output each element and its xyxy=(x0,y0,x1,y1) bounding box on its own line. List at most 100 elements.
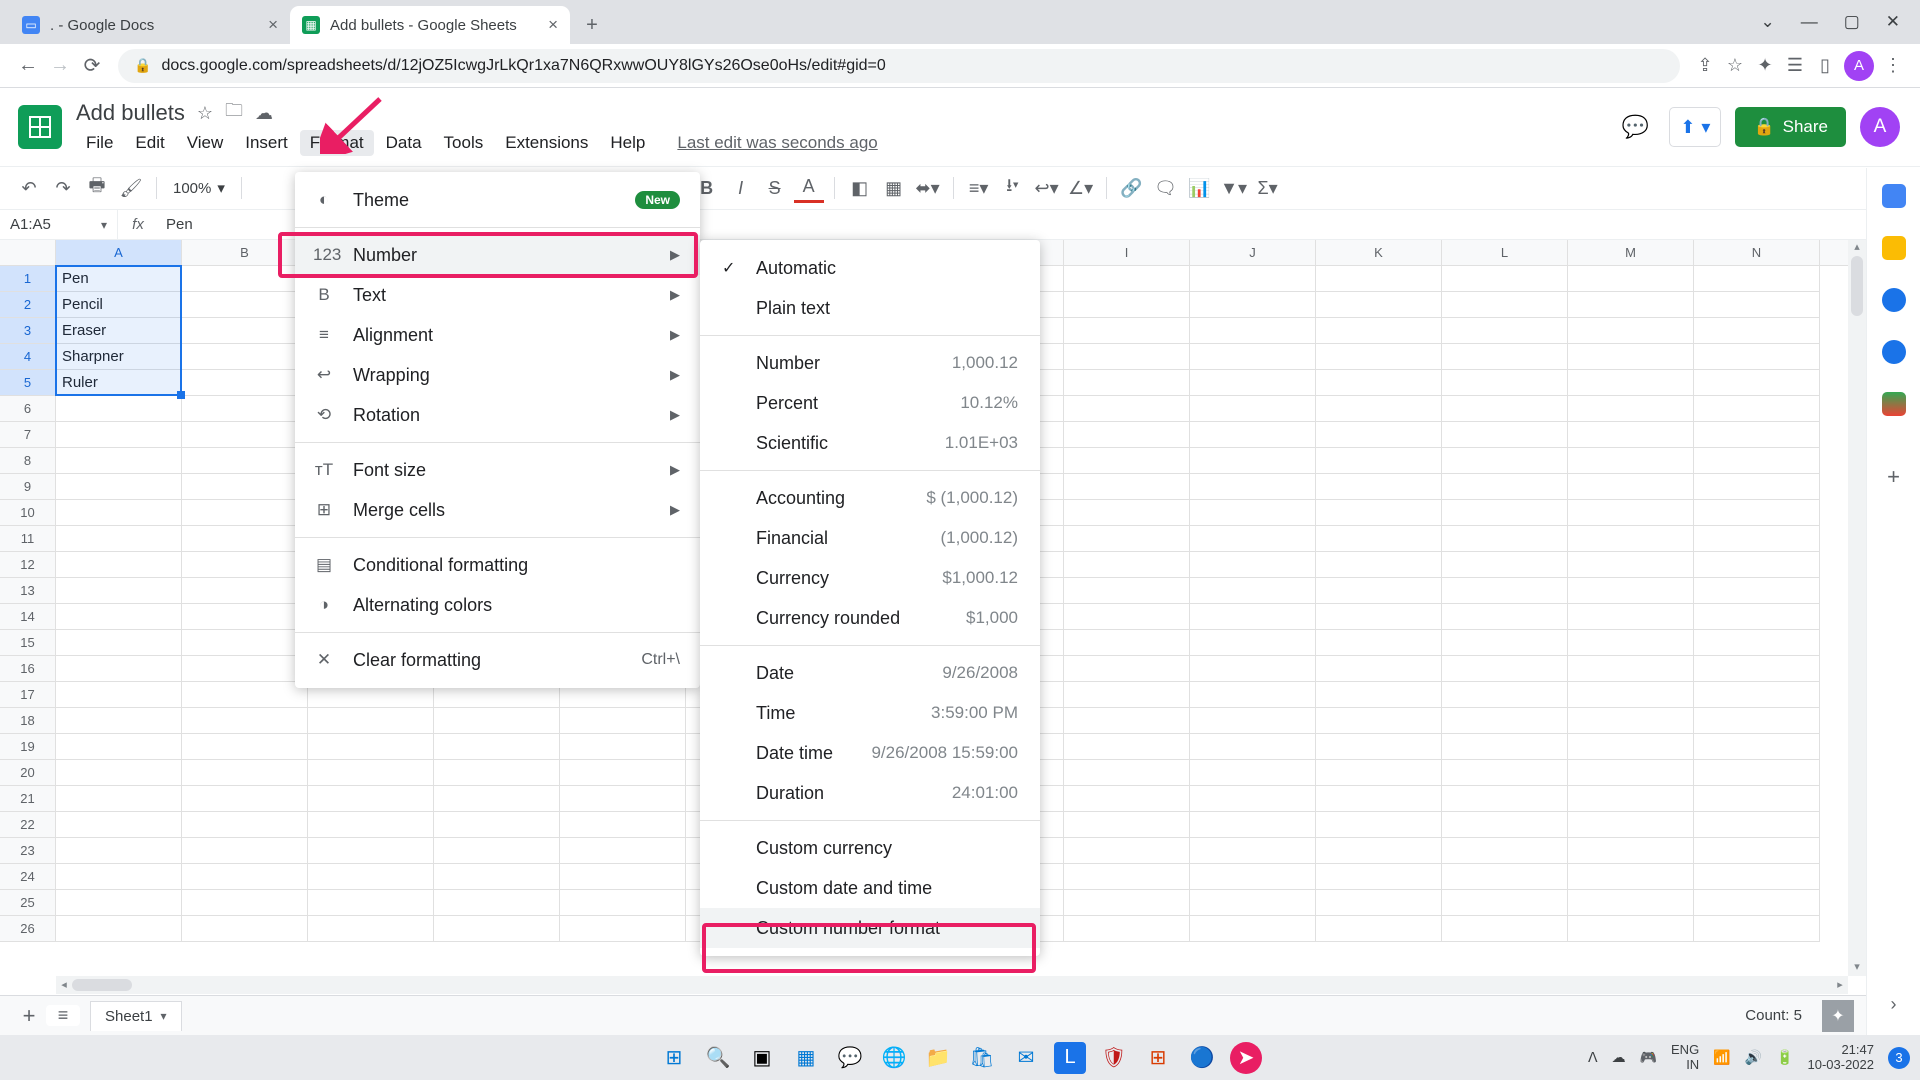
row-header-19[interactable]: 19 xyxy=(0,734,56,760)
row-header-26[interactable]: 26 xyxy=(0,916,56,942)
language-indicator[interactable]: ENGIN xyxy=(1671,1043,1699,1072)
cell-I3[interactable] xyxy=(1064,318,1190,344)
row-header-18[interactable]: 18 xyxy=(0,708,56,734)
cell-E26[interactable] xyxy=(560,916,686,942)
format-menu-rotation[interactable]: ⟲Rotation▶ xyxy=(295,395,700,435)
horizontal-scrollbar[interactable]: ◂▸ xyxy=(56,976,1848,994)
doc-title[interactable]: Add bullets xyxy=(76,100,185,126)
cell-D26[interactable] xyxy=(434,916,560,942)
cell-K22[interactable] xyxy=(1316,812,1442,838)
cell-J26[interactable] xyxy=(1190,916,1316,942)
cell-E20[interactable] xyxy=(560,760,686,786)
cell-K16[interactable] xyxy=(1316,656,1442,682)
cell-J11[interactable] xyxy=(1190,526,1316,552)
cell-K23[interactable] xyxy=(1316,838,1442,864)
browser-tab-docs[interactable]: ▭ . - Google Docs × xyxy=(10,6,290,44)
menu-edit[interactable]: Edit xyxy=(125,130,174,156)
cell-J18[interactable] xyxy=(1190,708,1316,734)
clock[interactable]: 21:4710-03-2022 xyxy=(1808,1043,1875,1072)
row-header-8[interactable]: 8 xyxy=(0,448,56,474)
onedrive-icon[interactable]: ☁ xyxy=(1612,1049,1626,1066)
rotate-icon[interactable]: ∠▾ xyxy=(1066,173,1096,203)
sheets-logo[interactable] xyxy=(18,105,62,149)
row-header-17[interactable]: 17 xyxy=(0,682,56,708)
number-menu-time[interactable]: Time3:59:00 PM xyxy=(700,693,1040,733)
cell-C25[interactable] xyxy=(308,890,434,916)
office-icon[interactable]: ⊞ xyxy=(1142,1042,1174,1074)
cell-D18[interactable] xyxy=(434,708,560,734)
row-header-23[interactable]: 23 xyxy=(0,838,56,864)
cell-I2[interactable] xyxy=(1064,292,1190,318)
cell-L25[interactable] xyxy=(1442,890,1568,916)
cell-M17[interactable] xyxy=(1568,682,1694,708)
cell-J15[interactable] xyxy=(1190,630,1316,656)
cell-I16[interactable] xyxy=(1064,656,1190,682)
cell-M26[interactable] xyxy=(1568,916,1694,942)
selection-count[interactable]: Count: 5 xyxy=(1745,1007,1802,1024)
cell-L19[interactable] xyxy=(1442,734,1568,760)
cell-K15[interactable] xyxy=(1316,630,1442,656)
cell-A17[interactable] xyxy=(56,682,182,708)
format-menu-alignment[interactable]: ≡Alignment▶ xyxy=(295,315,700,355)
volume-icon[interactable]: 🔊 xyxy=(1745,1049,1762,1066)
cell-N21[interactable] xyxy=(1694,786,1820,812)
cell-N24[interactable] xyxy=(1694,864,1820,890)
cell-C24[interactable] xyxy=(308,864,434,890)
cell-M10[interactable] xyxy=(1568,500,1694,526)
cell-B25[interactable] xyxy=(182,890,308,916)
cell-E25[interactable] xyxy=(560,890,686,916)
number-menu-financial[interactable]: Financial(1,000.12) xyxy=(700,518,1040,558)
row-header-13[interactable]: 13 xyxy=(0,578,56,604)
cell-A19[interactable] xyxy=(56,734,182,760)
cell-M19[interactable] xyxy=(1568,734,1694,760)
row-header-1[interactable]: 1 xyxy=(0,266,56,292)
cell-L14[interactable] xyxy=(1442,604,1568,630)
row-header-7[interactable]: 7 xyxy=(0,422,56,448)
cell-D23[interactable] xyxy=(434,838,560,864)
cell-J20[interactable] xyxy=(1190,760,1316,786)
cell-I13[interactable] xyxy=(1064,578,1190,604)
number-menu-currency[interactable]: Currency$1,000.12 xyxy=(700,558,1040,598)
extensions-icon[interactable]: ✦ xyxy=(1750,51,1780,81)
cell-A8[interactable] xyxy=(56,448,182,474)
cell-D19[interactable] xyxy=(434,734,560,760)
cell-I1[interactable] xyxy=(1064,266,1190,292)
cell-A11[interactable] xyxy=(56,526,182,552)
star-icon[interactable]: ☆ xyxy=(197,103,213,124)
cell-J12[interactable] xyxy=(1190,552,1316,578)
cell-A2[interactable]: Pencil xyxy=(56,292,182,318)
mcafee-icon[interactable]: 🛡 xyxy=(1098,1042,1130,1074)
cell-M1[interactable] xyxy=(1568,266,1694,292)
app2-icon[interactable]: ➤ xyxy=(1230,1042,1262,1074)
contacts-addon-icon[interactable] xyxy=(1882,340,1906,364)
cell-N15[interactable] xyxy=(1694,630,1820,656)
tasks-addon-icon[interactable] xyxy=(1882,288,1906,312)
cell-L23[interactable] xyxy=(1442,838,1568,864)
cell-B12[interactable] xyxy=(182,552,308,578)
cell-N9[interactable] xyxy=(1694,474,1820,500)
cell-M16[interactable] xyxy=(1568,656,1694,682)
cell-K14[interactable] xyxy=(1316,604,1442,630)
fill-handle[interactable] xyxy=(177,391,185,399)
cell-C22[interactable] xyxy=(308,812,434,838)
cell-A15[interactable] xyxy=(56,630,182,656)
cell-I5[interactable] xyxy=(1064,370,1190,396)
cell-I11[interactable] xyxy=(1064,526,1190,552)
cell-J1[interactable] xyxy=(1190,266,1316,292)
cell-E19[interactable] xyxy=(560,734,686,760)
cell-A21[interactable] xyxy=(56,786,182,812)
cell-N11[interactable] xyxy=(1694,526,1820,552)
cell-J4[interactable] xyxy=(1190,344,1316,370)
cell-E22[interactable] xyxy=(560,812,686,838)
cell-N22[interactable] xyxy=(1694,812,1820,838)
tab-search-icon[interactable]: ⌄ xyxy=(1760,12,1774,32)
cell-N5[interactable] xyxy=(1694,370,1820,396)
cell-B16[interactable] xyxy=(182,656,308,682)
cell-I18[interactable] xyxy=(1064,708,1190,734)
cell-K8[interactable] xyxy=(1316,448,1442,474)
cell-L6[interactable] xyxy=(1442,396,1568,422)
undo-icon[interactable]: ↶ xyxy=(14,173,44,203)
cell-N7[interactable] xyxy=(1694,422,1820,448)
cell-D25[interactable] xyxy=(434,890,560,916)
cell-N4[interactable] xyxy=(1694,344,1820,370)
